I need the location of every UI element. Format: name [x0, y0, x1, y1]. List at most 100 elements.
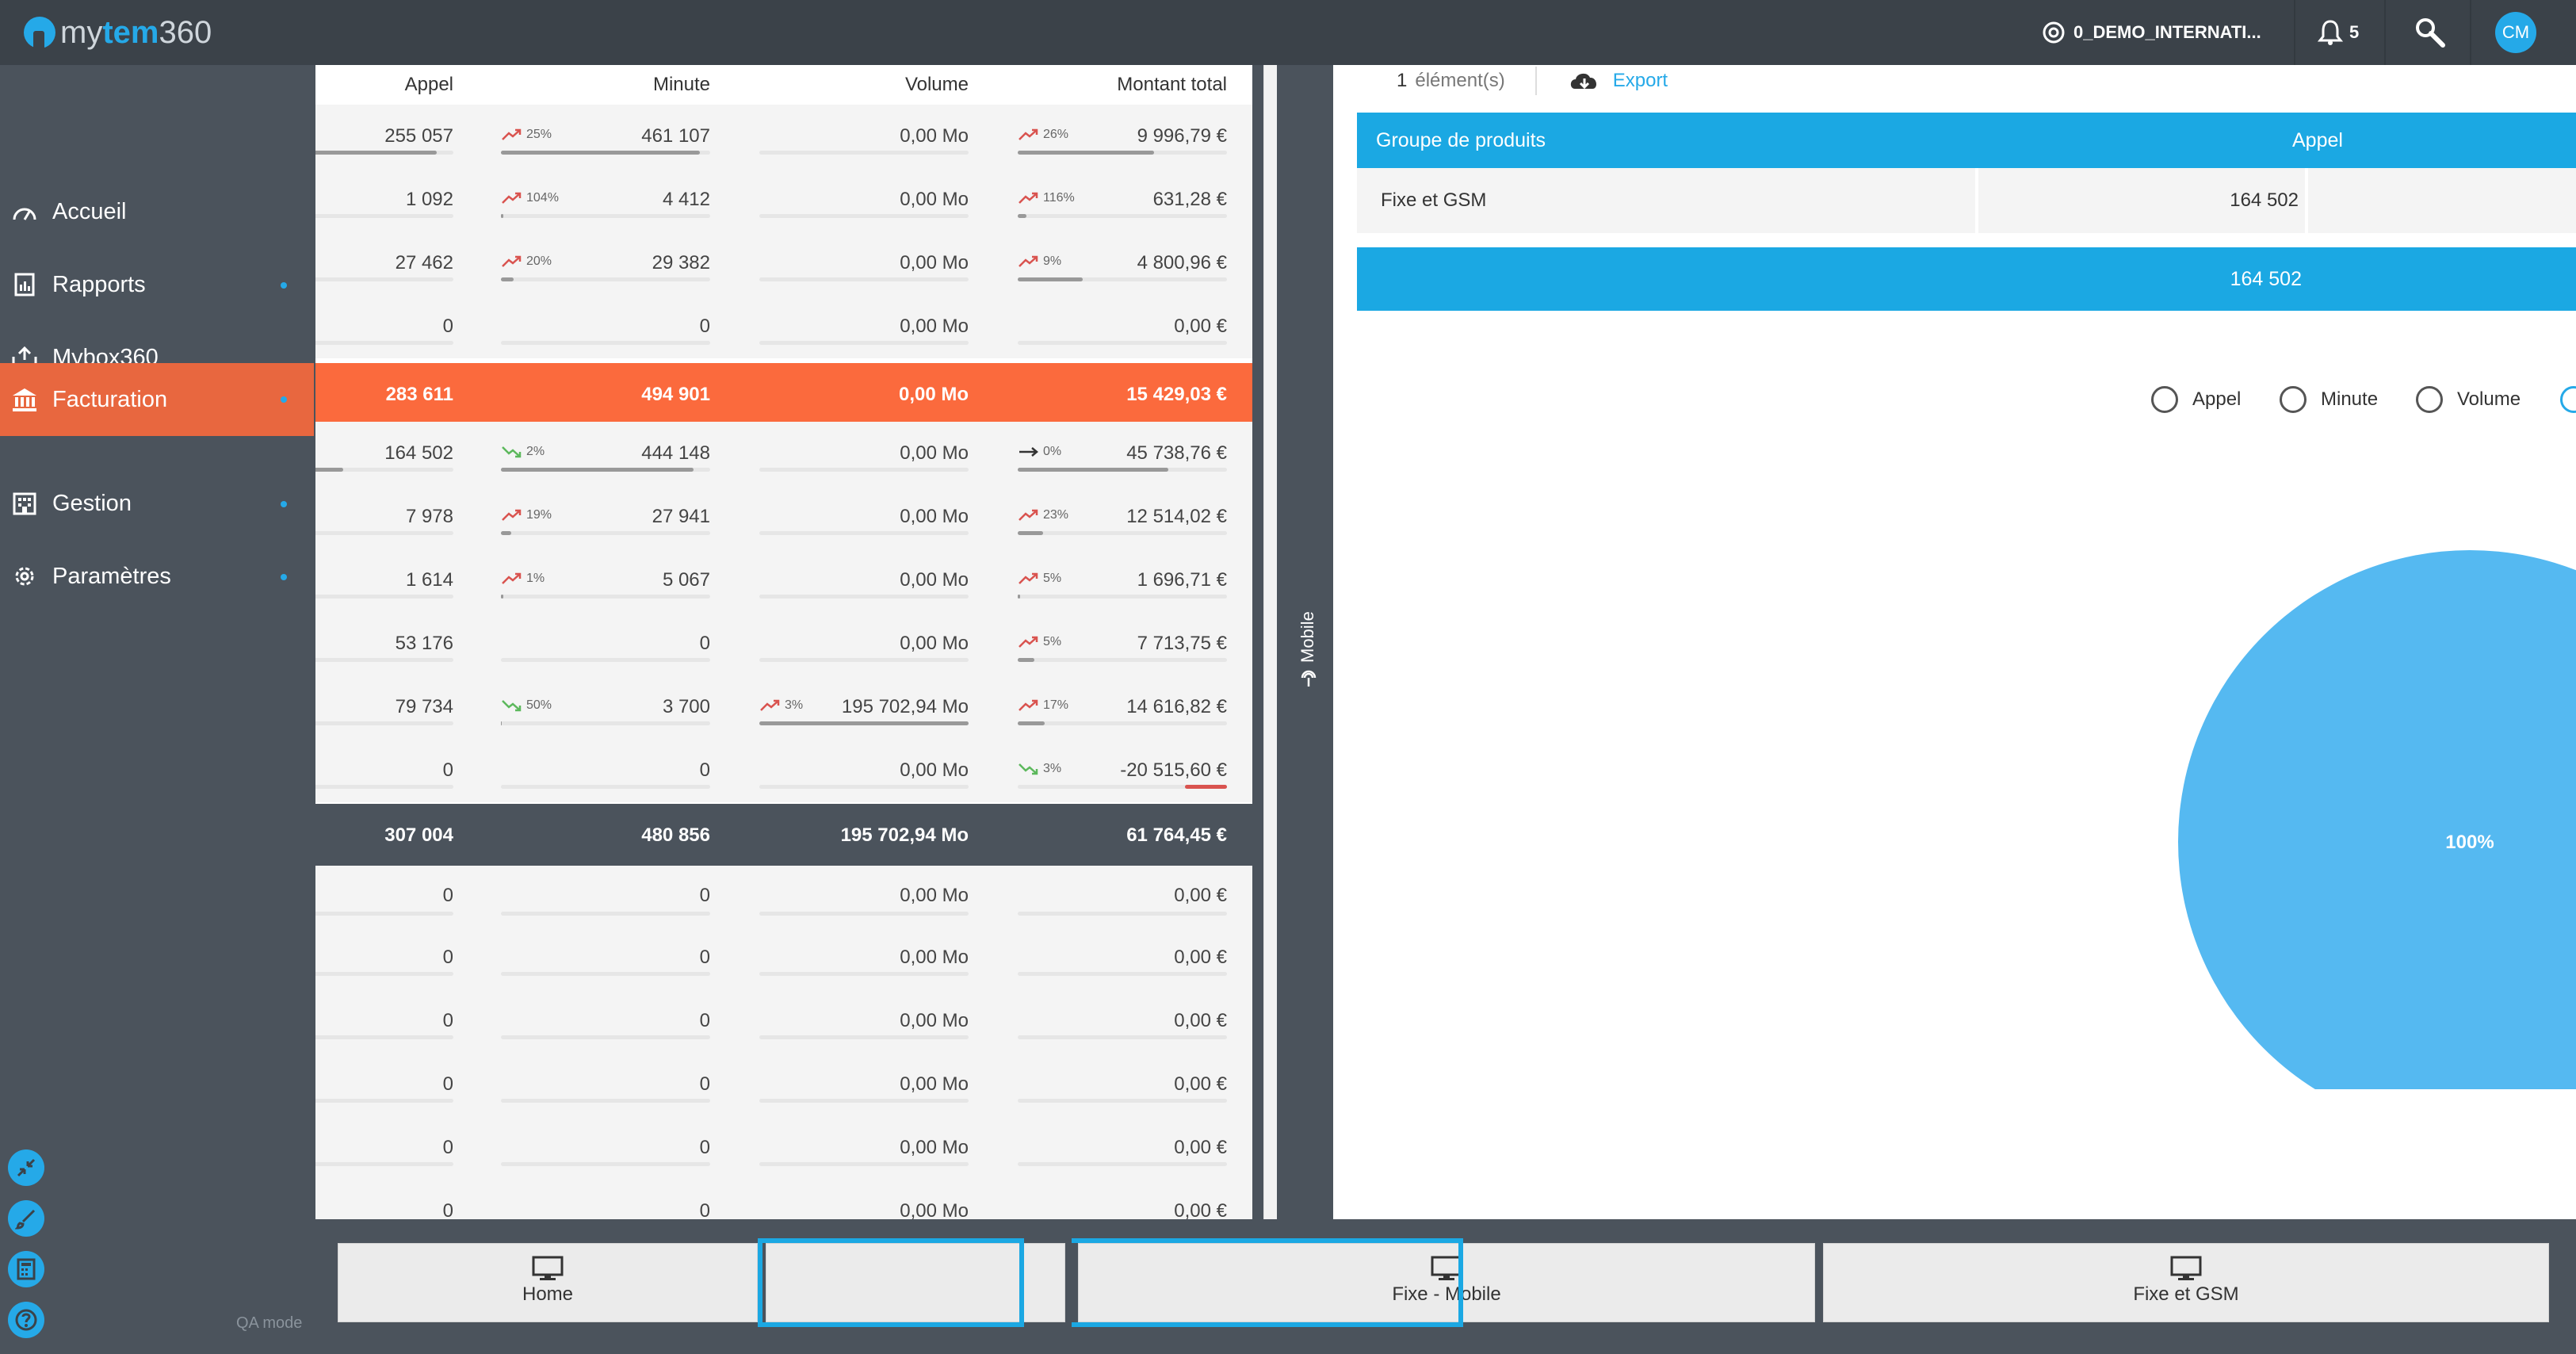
progress-track [315, 658, 453, 662]
detail-table-header: Groupe de produits Appel [1357, 113, 2576, 168]
progress-fill [759, 721, 969, 725]
logo[interactable]: my tem 360 [24, 11, 212, 54]
table-row[interactable]: 53 176 0 0,00 Mo 7 713,75 € 5% [315, 612, 1252, 675]
tab-home[interactable]: Home [338, 1243, 758, 1322]
progress-track [1018, 658, 1227, 662]
cell-volume: 0,00 Mo [759, 1180, 969, 1219]
trend-down-icon [502, 700, 522, 712]
sidebar-item-parametres[interactable]: Paramètres [0, 541, 314, 612]
progress-track [501, 151, 710, 155]
cell-value: 27 941 [652, 506, 710, 527]
cell-appel: 0 [315, 926, 453, 989]
avatar[interactable]: CM [2495, 12, 2536, 53]
cell-value: 0,00 Mo [900, 885, 969, 906]
account-selector[interactable]: 0_DEMO_INTERNATI... [2042, 0, 2261, 65]
detail-toolbar: 1 élément(s) Export [1397, 65, 1668, 97]
notifications-button[interactable]: 5 [2318, 0, 2359, 65]
progress-fill [501, 277, 514, 281]
cell-minute: 4 412 104% [501, 168, 710, 231]
mobile-tab[interactable]: Mobile [1288, 587, 1332, 698]
sidebar-item-gestion[interactable]: Gestion [0, 468, 314, 539]
table-row[interactable]: 1 614 5 067 1% 0,00 Mo 1 696,71 € 5% [315, 549, 1252, 612]
export-button[interactable]: Export [1567, 68, 1668, 94]
expand-indicator [281, 574, 287, 580]
table-row[interactable]: 0 0 0,00 Mo 0,00 € [315, 1116, 1252, 1180]
progress-track [759, 1162, 969, 1166]
cell-montant: 0,00 € [1018, 1053, 1227, 1116]
trend-indicator: 0% [1018, 442, 1061, 461]
logo-brand: tem [102, 14, 159, 50]
table-row[interactable]: 0 0 0,00 Mo 0,00 € [315, 989, 1252, 1053]
signal-icon [1301, 670, 1317, 687]
table-row[interactable]: 0 0 0,00 Mo -20 515,60 € 3% [315, 739, 1252, 802]
cell-value: 0,00 Mo [900, 442, 969, 464]
sidebar-item-rapports[interactable]: Rapports [0, 249, 314, 320]
cell-value: 0,00 Mo [900, 947, 969, 968]
table-row[interactable]: 0 0 0,00 Mo 0,00 € [315, 866, 1252, 926]
pie-slice[interactable] [2178, 550, 2576, 1089]
search-button[interactable] [2414, 0, 2446, 65]
cell-value: 461 107 [641, 125, 710, 147]
column-header-minute[interactable]: Minute [501, 65, 710, 105]
cell-montant: 0,00 € [1018, 1116, 1227, 1180]
trend-indicator: 26% [1018, 125, 1068, 144]
cell-value: 0 [699, 1073, 710, 1095]
progress-fill [1018, 468, 1169, 472]
metric-radio-appel[interactable]: Appel [2151, 382, 2241, 417]
cell-value: 0 [699, 759, 710, 781]
sidebar-item-accueil[interactable]: Accueil [0, 176, 314, 247]
progress-track [1018, 1162, 1227, 1166]
drag-selection-frame[interactable] [758, 1238, 1024, 1327]
sidebar-item-facturation[interactable]: Facturation [0, 363, 314, 436]
cell-volume: 0,00 Mo [759, 168, 969, 231]
cell-value: 1 614 [405, 569, 453, 591]
product-group-cell: Fixe et GSM [1381, 189, 1487, 211]
progress-fill [501, 214, 503, 218]
total-row[interactable]: 307 004 480 856 195 702,94 Mo 61 764,45 € [315, 804, 1252, 867]
trend-percent: 26% [1043, 128, 1069, 141]
table-row[interactable]: 0 0 0,00 Mo 0,00 € [315, 1053, 1252, 1116]
cell-montant: 0,00 € [1018, 866, 1227, 926]
radio-icon [2416, 386, 2443, 413]
column-header-volume[interactable]: Volume [759, 65, 969, 105]
tab-fixe-et-gsm[interactable]: Fixe et GSM [1823, 1243, 2549, 1322]
progress-track [315, 468, 453, 472]
trend-up-icon [502, 509, 522, 521]
table-row[interactable]: 79 734 3 700 50% 195 702,94 Mo 3% 14 616,82 €… [315, 675, 1252, 739]
column-header-montant[interactable]: Montant total [1018, 65, 1227, 105]
help-button[interactable] [8, 1302, 44, 1338]
progress-track [1018, 277, 1227, 281]
progress-track [759, 1035, 969, 1039]
progress-track [759, 151, 969, 155]
subtotal-row[interactable]: 283 611 494 901 0,00 Mo 15 429,03 € [315, 363, 1252, 426]
theme-button[interactable] [8, 1200, 44, 1237]
metric-radio-montant[interactable] [2560, 382, 2576, 417]
trend-indicator: 116% [1018, 189, 1075, 208]
progress-track [1018, 595, 1227, 599]
column-header-appel[interactable]: Appel [2292, 113, 2343, 168]
metric-radio-minute[interactable]: Minute [2280, 382, 2378, 417]
collapse-button[interactable] [8, 1149, 44, 1186]
table-row[interactable]: 1 092 4 412 104% 0,00 Mo 631,28 € 116% [315, 168, 1252, 231]
column-header-groupe[interactable]: Groupe de produits [1376, 113, 1546, 168]
progress-fill [1018, 214, 1026, 218]
table-row[interactable]: 255 057 461 107 25% 0,00 Mo 9 996,79 € 26% [315, 105, 1252, 168]
table-row[interactable]: 27 462 29 382 20% 0,00 Mo 4 800,96 € 9% [315, 231, 1252, 295]
radio-icon [2151, 386, 2178, 413]
progress-fill-negative [1185, 785, 1227, 789]
cell-value: 5 067 [662, 569, 710, 591]
table-row[interactable]: 0 0 0,00 Mo 0,00 € [315, 926, 1252, 989]
column-header-appel[interactable]: Appel [315, 65, 453, 105]
cell-volume: 0,00 Mo [759, 231, 969, 295]
scrollbar[interactable] [1263, 65, 1277, 1219]
table-row[interactable]: 0 0 0,00 Mo 0,00 € [315, 295, 1252, 358]
cell-volume: 0,00 Mo [759, 485, 969, 549]
calendar-button[interactable] [8, 1251, 44, 1287]
metric-radio-volume[interactable]: Volume [2416, 382, 2521, 417]
table-row[interactable]: Fixe et GSM 164 502 [1357, 168, 2576, 233]
table-row[interactable]: 0 0 0,00 Mo 0,00 € [315, 1180, 1252, 1219]
table-row[interactable]: 7 978 27 941 19% 0,00 Mo 12 514,02 € 23% [315, 485, 1252, 549]
table-row[interactable]: 164 502 444 148 2% 0,00 Mo 45 738,76 € 0% [315, 422, 1252, 485]
drag-selection-frame[interactable] [1072, 1238, 1463, 1327]
report-icon [11, 271, 38, 298]
